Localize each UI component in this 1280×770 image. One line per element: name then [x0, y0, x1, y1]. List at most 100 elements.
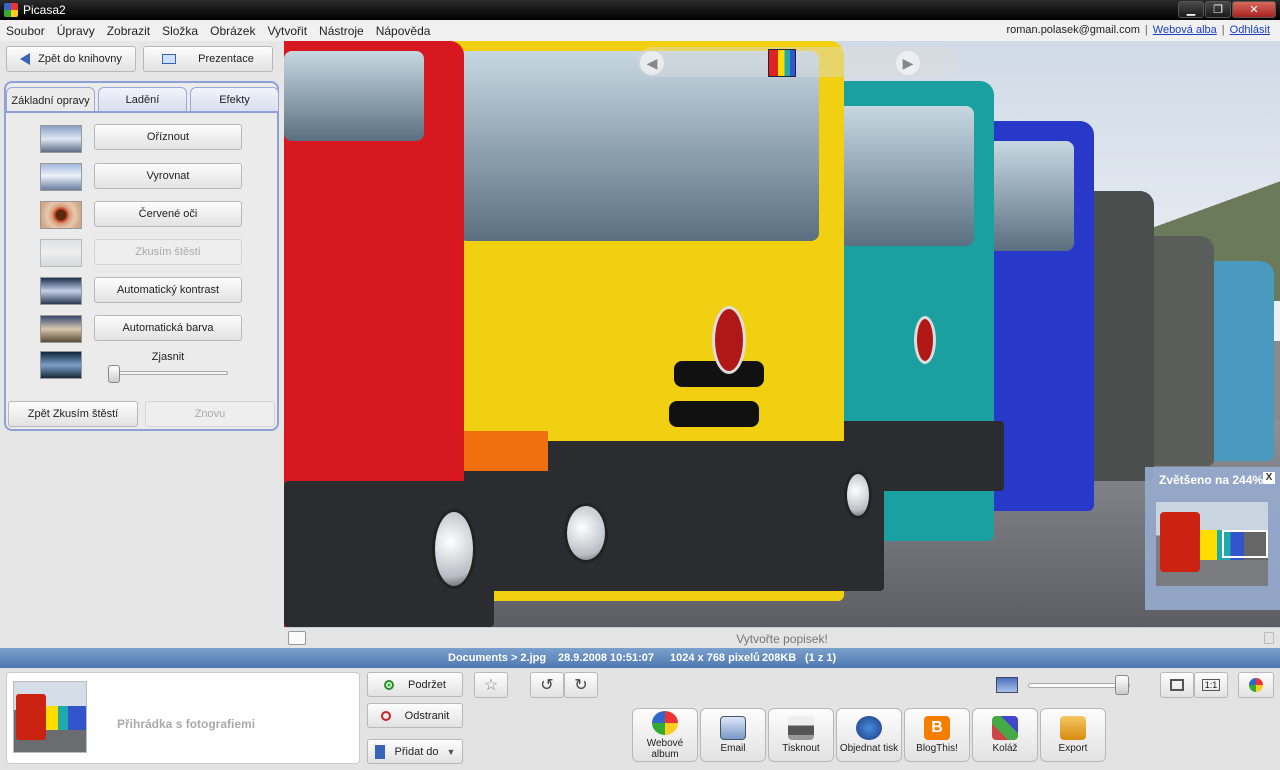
- add-to-label: Přidat do: [394, 745, 439, 758]
- thumbnail-size-handle[interactable]: [1115, 675, 1129, 695]
- photo-viewer[interactable]: ◀ ▶: [284, 41, 1280, 627]
- red-eye-label: Červené oči: [138, 208, 198, 220]
- separator: |: [1221, 24, 1225, 36]
- auto-contrast-button[interactable]: Automatický kontrast: [94, 277, 242, 303]
- menu-create[interactable]: Vytvořit: [261, 24, 313, 38]
- photo-grille: [669, 401, 759, 427]
- export-label: Export: [1058, 743, 1088, 754]
- slideshow-label: Prezentace: [198, 53, 254, 65]
- rotate-left-button[interactable]: ↺: [530, 672, 564, 698]
- menu-edit[interactable]: Úpravy: [51, 24, 101, 38]
- window-controls: ▁ ❐ ✕: [1178, 1, 1276, 18]
- photo-tray-label: Přihrádka s fotografiemi: [117, 717, 256, 731]
- blogthis-button[interactable]: B BlogThis!: [904, 708, 970, 762]
- trash-icon[interactable]: [1264, 632, 1274, 644]
- tab-tuning[interactable]: Ladění: [98, 87, 187, 111]
- close-window-button[interactable]: ✕: [1232, 1, 1276, 18]
- actual-size-button[interactable]: 1:1: [1194, 672, 1228, 698]
- menu-picture[interactable]: Obrázek: [204, 24, 261, 38]
- thumbnail-size-icon: [996, 677, 1018, 693]
- fill-light-label: Zjasnit: [151, 351, 185, 363]
- web-album-icon: [652, 710, 678, 735]
- slideshow-button[interactable]: Prezentace: [143, 46, 273, 72]
- zoom-viewport-rectangle[interactable]: [1222, 530, 1268, 558]
- caption-input[interactable]: Vytvořte popisek!: [284, 632, 1280, 646]
- collage-label: Koláž: [992, 743, 1018, 754]
- color-picker-button[interactable]: [1238, 672, 1274, 698]
- photo-dimensions: 1024 x 768 pixelů: [670, 652, 760, 664]
- tab-label: Základní opravy: [11, 94, 90, 107]
- order-prints-label: Objednat tisk: [839, 743, 899, 754]
- star-icon: ☆: [483, 677, 499, 694]
- fill-light-preview-icon: [40, 351, 82, 379]
- previous-photo-button[interactable]: ◀: [640, 51, 664, 75]
- auto-color-label: Automatická barva: [122, 322, 214, 334]
- redo-button[interactable]: Znovu: [145, 401, 275, 427]
- collage-icon: [992, 716, 1018, 740]
- star-button[interactable]: ☆: [474, 672, 508, 698]
- rotate-right-button[interactable]: ↻: [564, 672, 598, 698]
- back-to-library-label: Zpět do knihovny: [38, 53, 122, 65]
- back-to-library-button[interactable]: Zpět do knihovny: [6, 46, 136, 72]
- photo-headlight: [432, 509, 476, 589]
- straighten-label: Vyrovnat: [146, 170, 190, 182]
- zoom-level-label: Zvětšeno na 244%: [1159, 473, 1264, 487]
- menu-view[interactable]: Zobrazit: [101, 24, 156, 38]
- album-icon: [374, 744, 385, 759]
- zoom-close-icon[interactable]: X: [1263, 472, 1275, 484]
- menu-help[interactable]: Nápověda: [370, 24, 437, 38]
- photo-position: (1 z 1): [805, 652, 837, 664]
- zoom-preview[interactable]: [1156, 502, 1268, 586]
- tab-basic-fixes[interactable]: Základní opravy: [6, 87, 95, 113]
- picasa-icon: [1249, 678, 1263, 692]
- remove-button[interactable]: Odstranit: [367, 703, 463, 728]
- red-eye-button[interactable]: Červené oči: [94, 201, 242, 227]
- edit-panel: Zpět do knihovny Prezentace Základní opr…: [0, 41, 284, 648]
- photo-badge: [914, 316, 936, 364]
- maximize-button[interactable]: ❐: [1205, 1, 1231, 18]
- auto-contrast-label: Automatický kontrast: [116, 284, 220, 296]
- zoom-preview-truck: [1160, 512, 1200, 572]
- crop-preview-icon: [40, 125, 82, 153]
- web-album-button[interactable]: Webové album: [632, 708, 698, 762]
- tab-effects[interactable]: Efekty: [190, 87, 279, 111]
- edit-tabs-box: Základní opravy Ladění Efekty Oříznout V…: [4, 81, 279, 431]
- order-prints-button[interactable]: Objednat tisk: [836, 708, 902, 762]
- export-button[interactable]: Export: [1040, 708, 1106, 762]
- photo-indicator-light: [462, 431, 548, 471]
- hold-button[interactable]: Podržet: [367, 672, 463, 697]
- photo-path: Documents > 2.jpg: [448, 652, 547, 664]
- hold-label: Podržet: [408, 678, 446, 691]
- menu-file[interactable]: Soubor: [0, 24, 51, 38]
- crop-button[interactable]: Oříznout: [94, 124, 242, 150]
- print-button[interactable]: Tisknout: [768, 708, 834, 762]
- fit-to-window-button[interactable]: [1160, 672, 1194, 698]
- straighten-button[interactable]: Vyrovnat: [94, 163, 242, 189]
- undo-label: Zpět Zkusím štěstí: [27, 408, 119, 420]
- email-button[interactable]: Email: [700, 708, 766, 762]
- photo-headlight: [564, 503, 608, 563]
- logout-link[interactable]: Odhlásit: [1230, 24, 1270, 36]
- auto-color-button[interactable]: Automatická barva: [94, 315, 242, 341]
- auto-color-preview-icon: [40, 315, 82, 343]
- collage-button[interactable]: Koláž: [972, 708, 1038, 762]
- fill-light-slider-track[interactable]: [110, 371, 228, 375]
- account-email: roman.polasek@gmail.com: [1006, 24, 1140, 36]
- photo-windshield: [284, 51, 424, 141]
- web-albums-link[interactable]: Webová alba: [1153, 24, 1217, 36]
- tray-photo-thumbnail[interactable]: [13, 681, 87, 753]
- fill-light-slider-handle[interactable]: [108, 365, 120, 383]
- undo-button[interactable]: Zpět Zkusím štěstí: [8, 401, 138, 427]
- photo-badge: [712, 306, 746, 374]
- photo-info-bar: Documents > 2.jpg 28.9.2008 10:51:07 102…: [0, 648, 1280, 668]
- current-photo-thumbnail[interactable]: [768, 49, 796, 77]
- blogger-icon: B: [924, 716, 950, 740]
- minimize-button[interactable]: ▁: [1178, 1, 1204, 18]
- remove-icon: [380, 710, 391, 721]
- menu-folder[interactable]: Složka: [156, 24, 204, 38]
- redo-label: Znovu: [194, 408, 226, 420]
- add-to-button[interactable]: Přidat do ▼: [367, 739, 463, 764]
- next-photo-button[interactable]: ▶: [896, 51, 920, 75]
- im-feeling-lucky-button[interactable]: Zkusím štěstí: [94, 239, 242, 265]
- menu-tools[interactable]: Nástroje: [313, 24, 370, 38]
